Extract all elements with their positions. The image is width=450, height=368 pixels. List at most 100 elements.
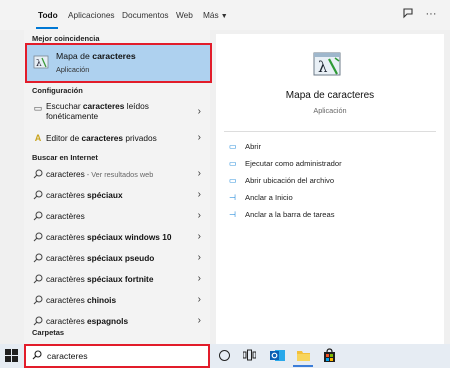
chevron-right-icon: › bbox=[197, 132, 201, 143]
label-part: caracteres bbox=[46, 169, 85, 179]
tab-documentos[interactable]: Documentos bbox=[122, 10, 169, 20]
web-result-item[interactable]: caractères › bbox=[24, 206, 210, 227]
web-result-label: caractères spéciaux fortnite bbox=[46, 274, 153, 284]
config-item-escuchar[interactable]: ▭ Escuchar caracteres leídos fonéticament… bbox=[24, 98, 210, 128]
label-part: caractères bbox=[46, 316, 88, 326]
action-abrir-ubicacion[interactable]: ▭ Abrir ubicación del archivo bbox=[229, 176, 334, 185]
search-input[interactable]: caracteres bbox=[47, 351, 88, 361]
section-buscar-internet: Buscar en Internet bbox=[32, 153, 98, 162]
label-part: fonéticamente bbox=[46, 111, 99, 121]
label-part: leídos bbox=[124, 101, 149, 111]
search-icon bbox=[33, 211, 43, 221]
action-ejecutar-admin[interactable]: ▭ Ejecutar como administrador bbox=[229, 159, 342, 168]
web-result-item[interactable]: caracteres - Ver resultados web › bbox=[24, 164, 210, 185]
chevron-right-icon: › bbox=[197, 168, 201, 179]
chevron-right-icon: › bbox=[197, 106, 201, 117]
web-result-label: caractères spéciaux pseudo bbox=[46, 253, 154, 263]
label-part: caractères bbox=[46, 211, 85, 221]
outlook-icon[interactable] bbox=[270, 348, 285, 363]
tab-aplicaciones[interactable]: Aplicaciones bbox=[68, 10, 115, 20]
chevron-right-icon: › bbox=[197, 273, 201, 284]
file-explorer-icon[interactable] bbox=[296, 348, 311, 363]
windows-start-icon[interactable] bbox=[5, 349, 18, 362]
open-icon: ▭ bbox=[229, 142, 237, 151]
character-map-icon: λ bbox=[33, 55, 49, 69]
web-result-label: caractères espagnols bbox=[46, 316, 128, 326]
cortana-icon[interactable] bbox=[219, 350, 230, 361]
tab-web[interactable]: Web bbox=[176, 10, 193, 20]
chevron-right-icon: › bbox=[197, 231, 201, 242]
search-icon bbox=[33, 232, 43, 242]
divider bbox=[224, 131, 436, 132]
section-carpetas: Carpetas bbox=[32, 328, 65, 337]
task-view-icon[interactable] bbox=[243, 349, 256, 361]
pin-icon: ⊣ bbox=[229, 193, 236, 202]
action-label: Anclar a la barra de tareas bbox=[245, 210, 335, 219]
label-part: caractères bbox=[46, 190, 88, 200]
web-result-item[interactable]: caractères spéciaux › bbox=[24, 185, 210, 206]
config-item-label: Editor de caracteres privados bbox=[46, 133, 157, 143]
web-result-label: caractères chinois bbox=[46, 295, 116, 305]
preview-panel bbox=[216, 34, 444, 344]
more-options-icon[interactable]: ··· bbox=[424, 7, 438, 21]
label-part: caracteres bbox=[81, 133, 124, 143]
best-match-title: Mapa de caracteres bbox=[56, 51, 136, 61]
label-part: spéciaux bbox=[87, 190, 123, 200]
chevron-right-icon: › bbox=[197, 189, 201, 200]
chevron-down-icon: ▼ bbox=[220, 13, 228, 20]
chevron-right-icon: › bbox=[197, 252, 201, 263]
web-result-label: caractères bbox=[46, 211, 85, 221]
chevron-right-icon: › bbox=[197, 210, 201, 221]
tab-mas[interactable]: Más ▼ bbox=[203, 10, 228, 20]
label-part: privados bbox=[123, 133, 157, 143]
config-item-editor[interactable]: A Editor de caracteres privados › bbox=[24, 128, 210, 149]
feedback-icon[interactable] bbox=[401, 7, 415, 21]
action-label: Abrir ubicación del archivo bbox=[245, 176, 335, 185]
label-part: Editor de bbox=[46, 133, 82, 143]
web-result-item[interactable]: caractères chinois › bbox=[24, 290, 210, 311]
web-result-label: caractères spéciaux windows 10 bbox=[46, 232, 171, 242]
web-result-item[interactable]: caractères spéciaux windows 10 › bbox=[24, 227, 210, 248]
best-match-title-bold: caracteres bbox=[92, 51, 136, 61]
web-result-item[interactable]: caractères spéciaux fortnite › bbox=[24, 269, 210, 290]
preview-app-type: Aplicación bbox=[313, 106, 347, 115]
search-icon bbox=[33, 295, 43, 305]
config-item-label: Escuchar caracteres leídos fonéticamente bbox=[46, 101, 149, 121]
label-part: spéciaux fortnite bbox=[87, 274, 154, 284]
label-part: caracteres bbox=[82, 101, 125, 111]
folder-location-icon: ▭ bbox=[229, 176, 237, 185]
search-icon bbox=[33, 316, 43, 326]
search-icon bbox=[33, 253, 43, 263]
label-part: caractères bbox=[46, 232, 88, 242]
label-part: chinois bbox=[87, 295, 117, 305]
web-result-label: caractères spéciaux bbox=[46, 190, 123, 200]
section-configuracion: Configuración bbox=[32, 86, 83, 95]
web-result-label: caracteres - Ver resultados web bbox=[46, 169, 153, 179]
character-map-large-icon: λ bbox=[313, 52, 341, 76]
best-match-subtitle: Aplicación bbox=[56, 65, 90, 74]
annotation-highlight-best-match bbox=[25, 43, 212, 83]
section-best-match: Mejor coincidencia bbox=[32, 34, 100, 43]
label-part: caractères bbox=[46, 295, 88, 305]
pin-taskbar-icon: ⊣ bbox=[229, 210, 236, 219]
search-icon bbox=[32, 350, 42, 360]
chevron-right-icon: › bbox=[197, 315, 201, 326]
microsoft-store-icon[interactable] bbox=[322, 348, 337, 363]
preview-app-name: Mapa de caracteres bbox=[285, 90, 375, 101]
label-part: spéciaux pseudo bbox=[87, 253, 155, 263]
action-label: Ejecutar como administrador bbox=[245, 159, 342, 168]
search-icon bbox=[33, 274, 43, 284]
chevron-right-icon: › bbox=[197, 294, 201, 305]
label-part: espagnols bbox=[87, 316, 129, 326]
tab-mas-label: Más bbox=[203, 10, 219, 20]
action-anclar-inicio[interactable]: ⊣ Anclar a Inicio bbox=[229, 193, 293, 202]
tab-todo[interactable]: Todo bbox=[38, 10, 58, 20]
web-result-item[interactable]: caractères spéciaux pseudo › bbox=[24, 248, 210, 269]
label-part: caractères bbox=[46, 274, 88, 284]
action-anclar-barra[interactable]: ⊣ Anclar a la barra de tareas bbox=[229, 210, 335, 219]
best-match-title-pre: Mapa de bbox=[56, 51, 93, 61]
label-part: spéciaux windows 10 bbox=[87, 232, 172, 242]
private-char-editor-icon: A bbox=[34, 133, 42, 143]
narrator-icon: ▭ bbox=[33, 103, 43, 113]
action-abrir[interactable]: ▭ Abrir bbox=[229, 142, 261, 151]
